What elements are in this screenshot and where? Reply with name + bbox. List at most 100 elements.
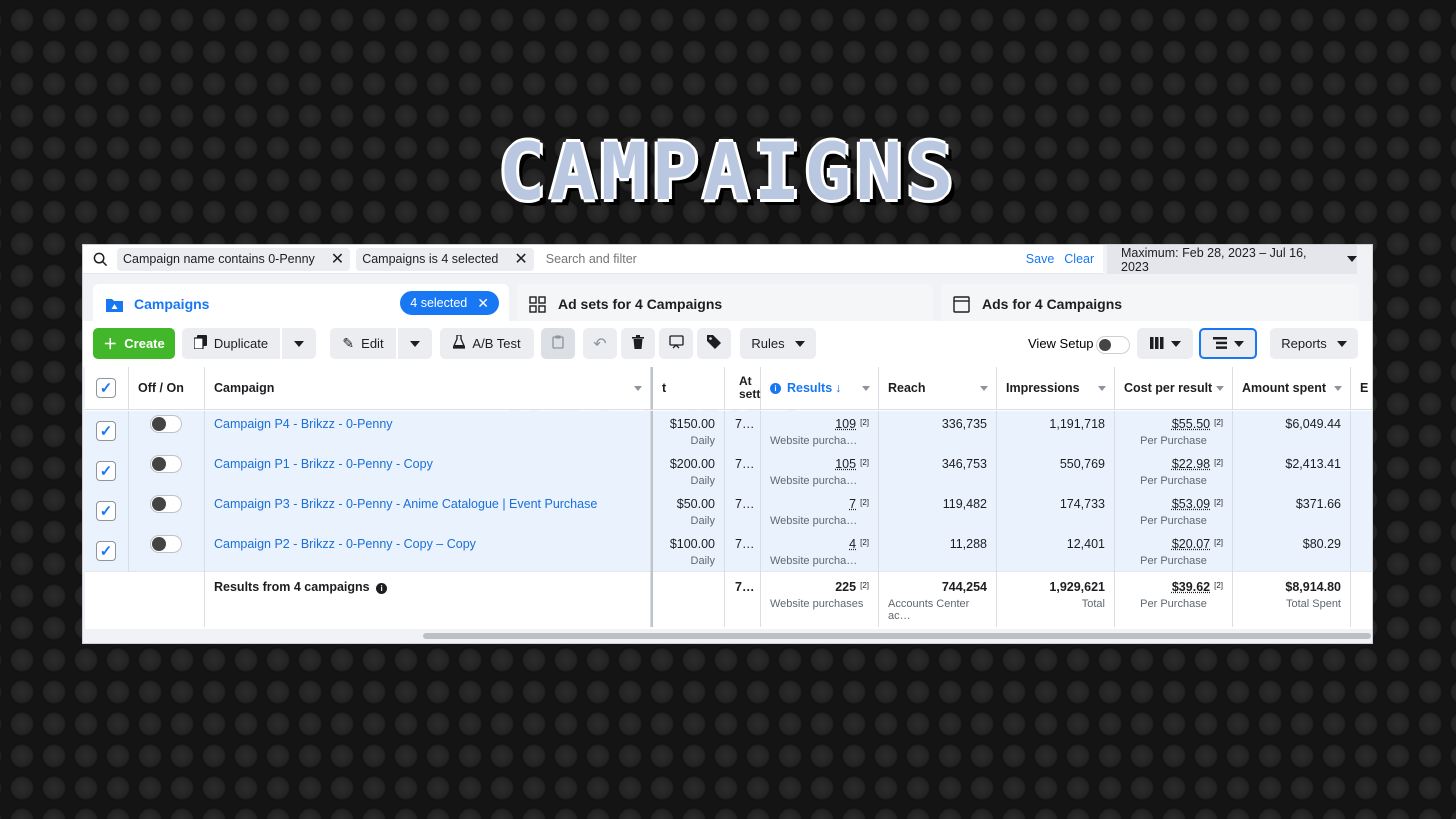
- totals-cpr: $39.62 [2] Per Purchase: [1115, 572, 1233, 627]
- row-campaign-cell: Campaign P4 - Brikzz - 0-Penny: [205, 411, 651, 452]
- header-amount-spent[interactable]: Amount spent: [1233, 367, 1351, 410]
- table-row[interactable]: ✓ Campaign P2 - Brikzz - 0-Penny - Copy …: [85, 531, 1372, 572]
- clear-filter-link[interactable]: Clear: [1064, 252, 1094, 266]
- cpr-value[interactable]: $20.07: [1172, 537, 1210, 551]
- row-campaign-cell: Campaign P2 - Brikzz - 0-Penny - Copy – …: [205, 531, 651, 572]
- search-icon[interactable]: [83, 252, 117, 267]
- results-value[interactable]: 109: [835, 417, 856, 431]
- header-cost-per-result[interactable]: Cost per result: [1115, 367, 1233, 410]
- totals-label: Results from 4 campaigns: [214, 580, 370, 594]
- close-icon[interactable]: ✕: [514, 249, 527, 269]
- duplicate-icon: [193, 335, 207, 352]
- budget-type: Daily: [690, 475, 715, 487]
- header-extra[interactable]: E: [1351, 367, 1372, 410]
- delete-button[interactable]: [621, 328, 655, 359]
- row-campaign-cell: Campaign P3 - Brikzz - 0-Penny - Anime C…: [205, 491, 651, 532]
- row-checkbox[interactable]: ✓: [96, 541, 116, 561]
- totals-reach: 744,254 Accounts Center ac…: [879, 572, 997, 627]
- tab-campaigns[interactable]: Campaigns 4 selected ✕: [93, 284, 509, 324]
- row-select-cell: ✓: [85, 491, 129, 532]
- tab-ads[interactable]: Ads for 4 Campaigns: [941, 284, 1359, 324]
- clipboard-button[interactable]: [541, 328, 575, 359]
- header-off-on[interactable]: Off / On: [129, 367, 205, 410]
- selected-count-badge[interactable]: 4 selected ✕: [400, 291, 499, 315]
- filter-chip-selected[interactable]: Campaigns is 4 selected ✕: [356, 247, 534, 271]
- campaign-name-link[interactable]: Campaign P1 - Brikzz - 0-Penny - Copy: [214, 457, 433, 471]
- tab-adsets[interactable]: Ad sets for 4 Campaigns: [517, 284, 933, 324]
- duplicate-dropdown-button[interactable]: [282, 328, 316, 359]
- budget-type: Daily: [690, 555, 715, 567]
- results-value[interactable]: 105: [835, 457, 856, 471]
- campaign-name-link[interactable]: Campaign P2 - Brikzz - 0-Penny - Copy – …: [214, 537, 476, 551]
- horizontal-scrollbar[interactable]: [423, 633, 1371, 639]
- cpr-value[interactable]: $53.09: [1172, 497, 1210, 511]
- results-value[interactable]: 4: [849, 537, 856, 551]
- reports-button[interactable]: Reports: [1270, 328, 1358, 359]
- filter-chip-name[interactable]: Campaign name contains 0-Penny ✕: [117, 247, 351, 271]
- edit-dropdown-button[interactable]: [398, 328, 432, 359]
- table-row[interactable]: ✓ Campaign P1 - Brikzz - 0-Penny - Copy …: [85, 451, 1372, 492]
- table-row[interactable]: ✓ Campaign P3 - Brikzz - 0-Penny - Anime…: [85, 491, 1372, 532]
- footnote: [2]: [1214, 498, 1223, 507]
- header-impressions[interactable]: Impressions: [997, 367, 1115, 410]
- campaign-name-link[interactable]: Campaign P3 - Brikzz - 0-Penny - Anime C…: [214, 497, 597, 511]
- budget-value: $150.00: [669, 417, 715, 431]
- columns-button[interactable]: [1137, 328, 1193, 359]
- footnote: [2]: [860, 418, 869, 427]
- header-impressions-label: Impressions: [1006, 381, 1080, 395]
- row-budget-cell: $50.00 Daily: [651, 491, 725, 532]
- ad-window-icon: [953, 295, 972, 313]
- campaign-on-off-toggle[interactable]: [150, 535, 182, 553]
- results-value[interactable]: 7: [849, 497, 856, 511]
- impressions-value: 550,769: [997, 451, 1115, 492]
- totals-reach-sub: Accounts Center ac…: [888, 598, 970, 622]
- header-results[interactable]: i Results ↓: [761, 367, 879, 410]
- rules-button[interactable]: Rules: [740, 328, 816, 359]
- breakdown-button[interactable]: [1199, 328, 1257, 359]
- header-campaign[interactable]: Campaign: [205, 367, 651, 410]
- reach-value: 11,288: [879, 531, 997, 572]
- duplicate-button[interactable]: Duplicate: [182, 328, 280, 359]
- close-icon[interactable]: ✕: [331, 249, 344, 269]
- tag-button[interactable]: [697, 328, 731, 359]
- toggle-knob: [152, 457, 166, 471]
- cpr-value[interactable]: $55.50: [1172, 417, 1210, 431]
- table-row[interactable]: ✓ Campaign P4 - Brikzz - 0-Penny $150.00…: [85, 411, 1372, 452]
- preview-button[interactable]: [659, 328, 693, 359]
- save-filter-link[interactable]: Save: [1026, 252, 1055, 266]
- row-campaign-cell: Campaign P1 - Brikzz - 0-Penny - Copy: [205, 451, 651, 492]
- header-reach[interactable]: Reach: [879, 367, 997, 410]
- campaign-on-off-toggle[interactable]: [150, 415, 182, 433]
- search-input[interactable]: [545, 252, 1016, 266]
- totals-spent: $8,914.80 Total Spent: [1233, 572, 1351, 627]
- row-checkbox[interactable]: ✓: [96, 421, 116, 441]
- spent-value: $2,413.41: [1233, 451, 1351, 492]
- cpr-value[interactable]: $22.98: [1172, 457, 1210, 471]
- footnote: [2]: [1214, 418, 1223, 427]
- campaign-name-link[interactable]: Campaign P4 - Brikzz - 0-Penny: [214, 417, 393, 431]
- plus-icon: ＋: [103, 335, 118, 352]
- row-cpr-cell: $55.50 [2] Per Purchase: [1115, 411, 1233, 452]
- toggle-knob: [152, 497, 166, 511]
- close-icon[interactable]: ✕: [477, 295, 489, 312]
- header-budget[interactable]: t: [651, 367, 725, 410]
- row-toggle-cell: [129, 451, 205, 492]
- budget-value: $100.00: [669, 537, 715, 551]
- row-checkbox[interactable]: ✓: [96, 501, 116, 521]
- campaign-on-off-toggle[interactable]: [150, 455, 182, 473]
- undo-button[interactable]: ↶: [583, 328, 617, 359]
- pencil-icon: ✎: [342, 335, 355, 351]
- campaign-folder-icon: [105, 296, 124, 313]
- row-toggle-cell: [129, 411, 205, 452]
- edit-button[interactable]: ✎ Edit: [330, 328, 396, 359]
- campaign-on-off-toggle[interactable]: [150, 495, 182, 513]
- header-attribution[interactable]: At sett: [725, 367, 761, 410]
- ab-test-button[interactable]: A/B Test: [440, 328, 534, 359]
- view-setup-toggle[interactable]: [1096, 336, 1130, 354]
- select-all-checkbox[interactable]: ✓: [96, 378, 116, 398]
- create-button[interactable]: ＋ Create: [93, 328, 175, 359]
- totals-label-cell: Results from 4 campaigns i: [205, 572, 651, 627]
- date-range-picker[interactable]: Maximum: Feb 28, 2023 – Jul 16, 2023: [1107, 245, 1357, 274]
- preview-icon: [668, 335, 684, 352]
- row-checkbox[interactable]: ✓: [96, 461, 116, 481]
